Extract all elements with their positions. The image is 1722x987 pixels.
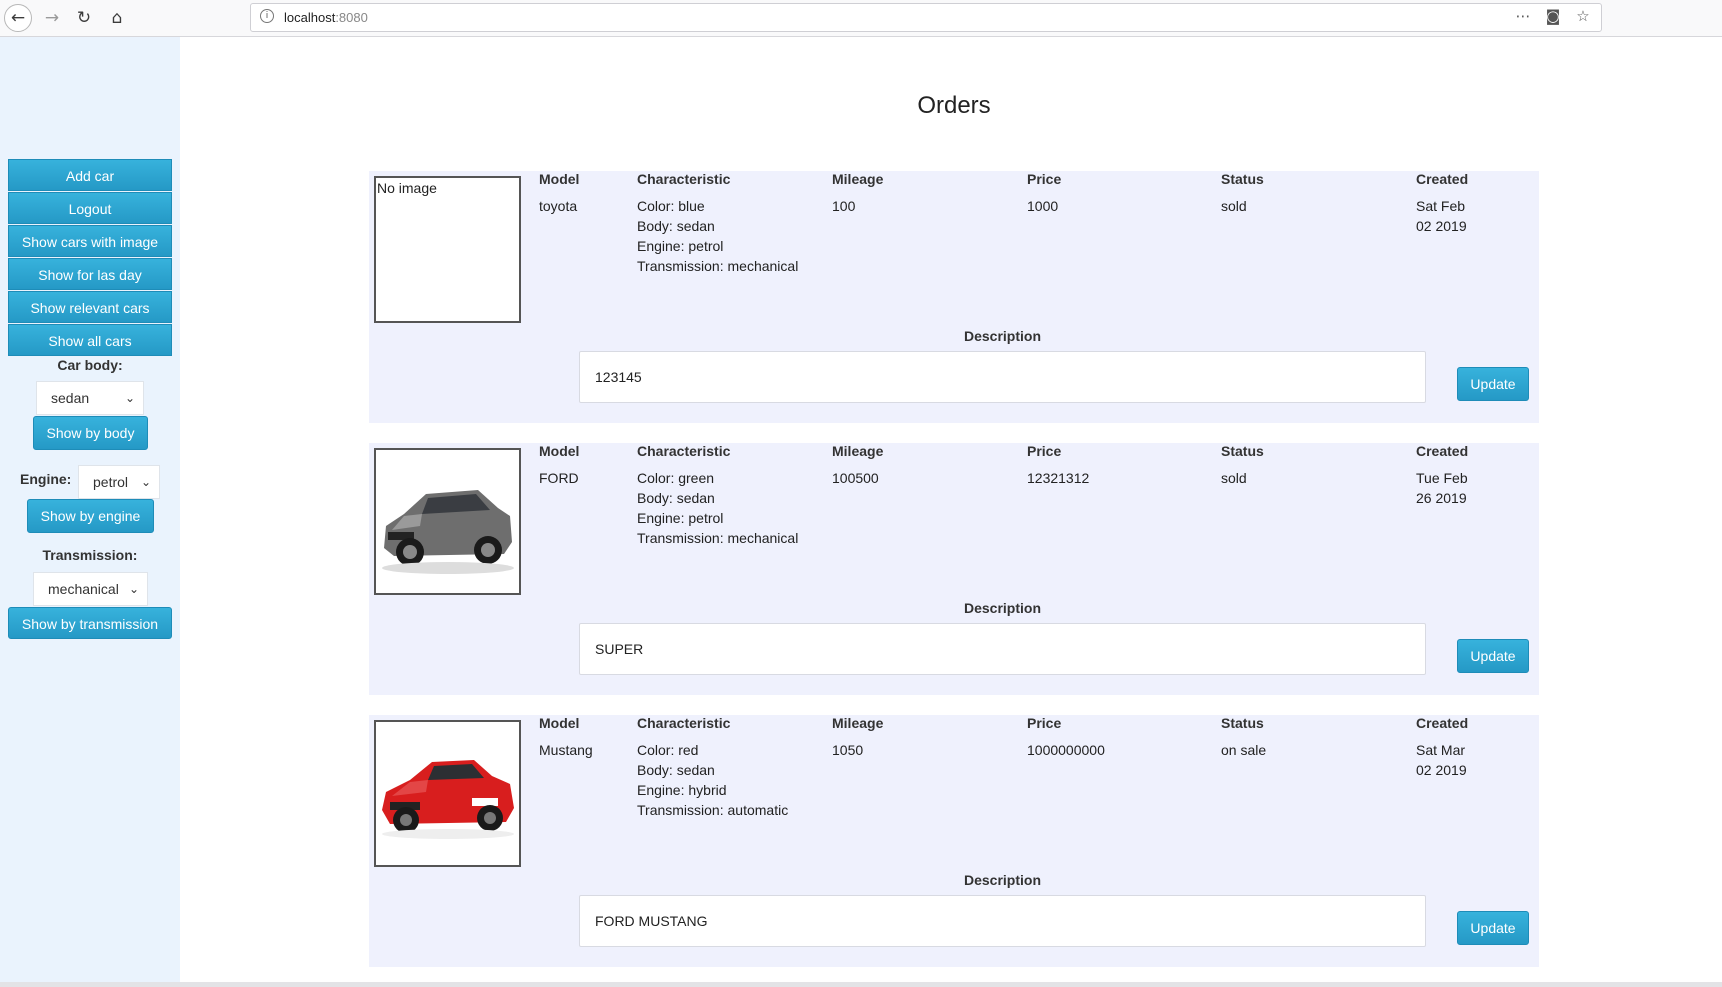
- order-card: Model FORD Characteristic Color: green Bo…: [369, 443, 1539, 695]
- car-body-select[interactable]: sedan ⌄: [36, 381, 144, 415]
- created-header: Created: [1416, 443, 1469, 459]
- transmission-value: Transmission: mechanical: [637, 258, 799, 274]
- status-value: sold: [1221, 198, 1247, 214]
- description-label: Description: [964, 872, 1042, 888]
- mileage-value: 100: [832, 198, 856, 214]
- mileage-value: 1050: [832, 742, 864, 758]
- body-value: Body: sedan: [637, 218, 715, 234]
- characteristic-header: Characteristic: [637, 443, 731, 459]
- price-value: 1000000000: [1027, 742, 1105, 758]
- back-icon[interactable]: ←: [4, 4, 32, 32]
- status-header: Status: [1221, 443, 1264, 459]
- created-value: Sat Feb: [1416, 198, 1466, 214]
- body-value: Body: sedan: [637, 762, 715, 778]
- show-for-last-day-button[interactable]: Show for las day: [8, 258, 172, 290]
- model-value: Mustang: [539, 742, 593, 758]
- description-label: Description: [964, 600, 1042, 616]
- mileage-header: Mileage: [832, 443, 884, 459]
- price-header: Price: [1027, 443, 1062, 459]
- address-bar[interactable]: i localhost:8080 ⋯ ◙ ☆: [250, 3, 1602, 32]
- update-button[interactable]: Update: [1457, 367, 1529, 401]
- engine-value: Engine: petrol: [637, 238, 724, 254]
- created-header: Created: [1416, 715, 1469, 731]
- horizontal-scrollbar[interactable]: [0, 982, 1722, 987]
- engine-select[interactable]: petrol ⌄: [78, 465, 160, 499]
- red-mustang-image: [376, 722, 519, 865]
- model-header: Model: [539, 715, 580, 731]
- update-button[interactable]: Update: [1457, 911, 1529, 945]
- color-value: Color: red: [637, 742, 699, 758]
- show-cars-with-image-button[interactable]: Show cars with image: [8, 225, 172, 257]
- car-body-label: Car body:: [57, 357, 123, 373]
- car-image-placeholder: No image: [374, 176, 521, 323]
- pocket-icon[interactable]: ◙: [1543, 7, 1563, 25]
- page-title: Orders: [917, 92, 991, 119]
- status-header: Status: [1221, 715, 1264, 731]
- engine-label: Engine:: [20, 471, 72, 487]
- transmission-select[interactable]: mechanical ⌄: [33, 572, 148, 606]
- color-value: Color: blue: [637, 198, 705, 214]
- show-by-engine-button[interactable]: Show by engine: [27, 499, 154, 533]
- show-all-cars-button[interactable]: Show all cars: [8, 324, 172, 356]
- model-value: FORD: [539, 470, 579, 486]
- order-card: Model Mustang Characteristic Color: red B…: [369, 715, 1539, 967]
- chevron-down-icon: ⌄: [124, 391, 135, 405]
- grey-suv-image: [376, 450, 519, 593]
- page-actions-icon[interactable]: ⋯: [1513, 7, 1533, 25]
- model-header: Model: [539, 171, 580, 187]
- mileage-value: 100500: [832, 470, 879, 486]
- logout-button[interactable]: Logout: [8, 192, 172, 224]
- description-label: Description: [964, 328, 1042, 344]
- body-value: Body: sedan: [637, 490, 715, 506]
- description-input[interactable]: SUPER: [579, 623, 1426, 675]
- status-header: Status: [1221, 171, 1264, 187]
- description-input[interactable]: 123145: [579, 351, 1426, 403]
- created-value: Sat Mar: [1416, 742, 1466, 758]
- description-input[interactable]: FORD MUSTANG: [579, 895, 1426, 947]
- forward-icon[interactable]: →: [38, 4, 66, 32]
- transmission-value: Transmission: mechanical: [637, 530, 799, 546]
- created-header: Created: [1416, 171, 1469, 187]
- model-header: Model: [539, 443, 580, 459]
- status-value: on sale: [1221, 742, 1267, 758]
- update-button[interactable]: Update: [1457, 639, 1529, 673]
- chevron-down-icon: ⌄: [128, 582, 139, 596]
- transmission-label: Transmission:: [42, 547, 138, 563]
- show-by-body-button[interactable]: Show by body: [33, 416, 148, 450]
- created-value: 26 2019: [1416, 490, 1467, 506]
- transmission-value: Transmission: automatic: [637, 802, 789, 818]
- site-info-icon[interactable]: i: [260, 9, 274, 23]
- characteristic-header: Characteristic: [637, 715, 731, 731]
- mileage-header: Mileage: [832, 171, 884, 187]
- created-value: 02 2019: [1416, 762, 1467, 778]
- show-by-transmission-button[interactable]: Show by transmission: [8, 607, 172, 639]
- mileage-header: Mileage: [832, 715, 884, 731]
- engine-value: Engine: petrol: [637, 510, 724, 526]
- chevron-down-icon: ⌄: [140, 475, 151, 489]
- created-value: 02 2019: [1416, 218, 1467, 234]
- price-header: Price: [1027, 715, 1062, 731]
- car-image: [374, 448, 521, 595]
- reload-icon[interactable]: ↻: [70, 4, 98, 32]
- color-value: Color: green: [637, 470, 715, 486]
- engine-value: Engine: hybrid: [637, 782, 727, 798]
- model-value: toyota: [539, 198, 578, 214]
- price-value: 1000: [1027, 198, 1059, 214]
- status-value: sold: [1221, 470, 1247, 486]
- home-icon[interactable]: ⌂: [103, 4, 131, 32]
- bookmark-star-icon[interactable]: ☆: [1573, 7, 1593, 25]
- url-text[interactable]: localhost:8080: [284, 10, 368, 25]
- sidebar: Add car Logout Show cars with image Show…: [0, 37, 180, 987]
- browser-toolbar: ← → ↻ ⌂ i localhost:8080 ⋯ ◙ ☆: [0, 0, 1722, 37]
- characteristic-header: Characteristic: [637, 171, 731, 187]
- show-relevant-cars-button[interactable]: Show relevant cars: [8, 291, 172, 323]
- car-image: [374, 720, 521, 867]
- price-value: 12321312: [1027, 470, 1090, 486]
- price-header: Price: [1027, 171, 1062, 187]
- add-car-button[interactable]: Add car: [8, 159, 172, 191]
- created-value: Tue Feb: [1416, 470, 1468, 486]
- order-card: No image Model toyota Characteristic Colo…: [369, 171, 1539, 423]
- no-image-text: No image: [377, 180, 437, 196]
